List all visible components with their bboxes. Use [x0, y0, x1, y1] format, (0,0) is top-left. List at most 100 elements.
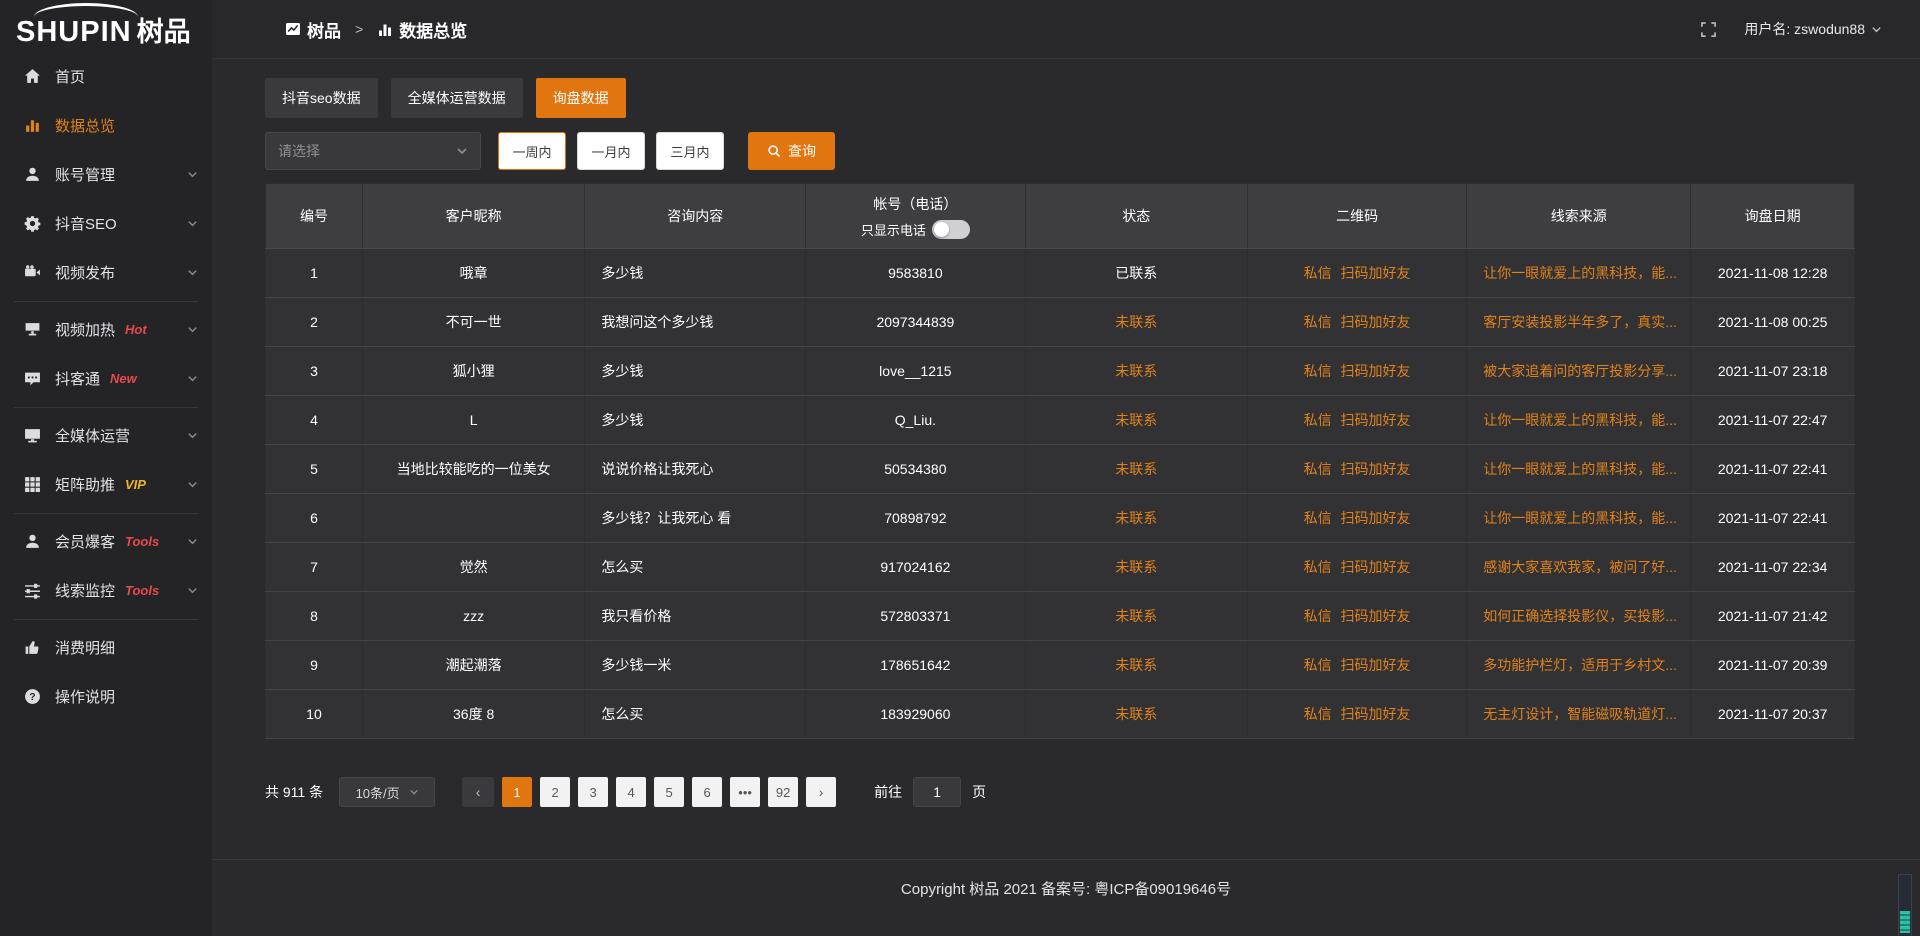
dm-link[interactable]: 私信: [1304, 412, 1332, 428]
page-size-select[interactable]: 10条/页: [339, 777, 435, 807]
cell-source[interactable]: 让你一眼就爱上的黑科技，能...: [1467, 494, 1691, 543]
sidebar-item-like[interactable]: 消费明细: [0, 623, 212, 672]
cell-nickname: 36度 8: [362, 690, 584, 739]
scan-add-friend-link[interactable]: 扫码加好友: [1341, 314, 1411, 330]
cell-source[interactable]: 感谢大家喜欢我家，被问了好...: [1467, 543, 1691, 592]
breadcrumb: 树品 > 数据总览: [285, 17, 467, 42]
dm-link[interactable]: 私信: [1304, 657, 1332, 673]
dm-link[interactable]: 私信: [1304, 559, 1332, 575]
search-button[interactable]: 查询: [748, 132, 835, 170]
sidebar-item-grid[interactable]: 矩阵助推 VIP: [0, 460, 212, 509]
page-number-button[interactable]: 2: [540, 777, 570, 807]
user-zone: 用户名: zswodun88: [1701, 19, 1882, 39]
total-count: 共 911 条: [265, 782, 323, 802]
dm-link[interactable]: 私信: [1304, 608, 1332, 624]
goto-page: 前往 页: [874, 777, 986, 807]
main-area: 树品 > 数据总览 用户名: zswodun88 抖音seo数据全媒体运营数据询…: [212, 0, 1920, 936]
scrollbar-thumb[interactable]: [1900, 911, 1910, 933]
sidebar-item-gear[interactable]: 抖音SEO: [0, 199, 212, 248]
sidebar-item-label: 视频加热: [55, 319, 115, 340]
cell-nickname: 哦章: [362, 249, 584, 298]
sidebar-item-icon: [24, 427, 41, 444]
page-number-button[interactable]: •••: [730, 777, 760, 807]
sidebar-item-monitor[interactable]: 全媒体运营: [0, 411, 212, 460]
sidebar: SHUPIN树品 首页 数据总览 账号管理: [0, 0, 212, 936]
cell-source[interactable]: 让你一眼就爱上的黑科技，能...: [1467, 249, 1691, 298]
date-range-button[interactable]: 三月内: [656, 132, 724, 170]
cell-source[interactable]: 如何正确选择投影仪，买投影...: [1467, 592, 1691, 641]
scan-add-friend-link[interactable]: 扫码加好友: [1341, 363, 1411, 379]
scan-add-friend-link[interactable]: 扫码加好友: [1341, 608, 1411, 624]
cell-source[interactable]: 被大家追着问的客厅投影分享...: [1467, 347, 1691, 396]
search-button-label: 查询: [788, 141, 816, 161]
next-page-button[interactable]: ›: [806, 777, 836, 807]
page-number-button[interactable]: 6: [692, 777, 722, 807]
cell-status: 未联系: [1025, 543, 1247, 592]
chevron-down-icon: [187, 479, 198, 490]
sidebar-item-sliders[interactable]: 线索监控 Tools: [0, 566, 212, 615]
sidebar-item-help[interactable]: 操作说明: [0, 672, 212, 721]
username-value[interactable]: zswodun88: [1794, 21, 1865, 37]
sidebar-item-user2[interactable]: 会员爆客 Tools: [0, 517, 212, 566]
date-range-button[interactable]: 一周内: [498, 132, 566, 170]
sidebar-item-label: 全媒体运营: [55, 425, 130, 446]
cell-nickname: 不可一世: [362, 298, 584, 347]
scan-add-friend-link[interactable]: 扫码加好友: [1341, 412, 1411, 428]
cell-date: 2021-11-07 21:42: [1691, 592, 1855, 641]
page-number-button[interactable]: 1: [502, 777, 532, 807]
cell-account: 50534380: [806, 445, 1025, 494]
copyright-text: Copyright 树品 2021 备案号: 粤ICP备09019646号: [901, 881, 1231, 898]
filter-select[interactable]: 请选择: [265, 132, 481, 170]
chevron-down-icon[interactable]: [1871, 24, 1882, 35]
page-number-button[interactable]: 5: [654, 777, 684, 807]
cell-source[interactable]: 让你一眼就爱上的黑科技，能...: [1467, 396, 1691, 445]
cell-qrcode: 私信 扫码加好友: [1247, 543, 1466, 592]
cell-source[interactable]: 让你一眼就爱上的黑科技，能...: [1467, 445, 1691, 494]
sidebar-item-chat[interactable]: 抖客通 New: [0, 354, 212, 403]
scan-add-friend-link[interactable]: 扫码加好友: [1341, 706, 1411, 722]
tab-button[interactable]: 抖音seo数据: [265, 78, 378, 118]
cell-source[interactable]: 客厅安装投影半年多了，真实...: [1467, 298, 1691, 347]
sidebar-item-camera[interactable]: 视频发布: [0, 248, 212, 297]
scan-add-friend-link[interactable]: 扫码加好友: [1341, 510, 1411, 526]
scan-add-friend-link[interactable]: 扫码加好友: [1341, 657, 1411, 673]
cell-source[interactable]: 无主灯设计，智能磁吸轨道灯...: [1467, 690, 1691, 739]
cell-content: 多少钱: [585, 396, 806, 445]
table-header-row: 编号 客户昵称 咨询内容 帐号（电话） 只显示电话 状态 二维码 线索来源: [266, 184, 1855, 249]
sidebar-item-heat[interactable]: 视频加热 Hot: [0, 305, 212, 354]
topbar: 树品 > 数据总览 用户名: zswodun88: [212, 0, 1920, 59]
prev-page-button[interactable]: ‹: [462, 777, 494, 807]
page-number-button[interactable]: 92: [768, 777, 798, 807]
breadcrumb-root[interactable]: 树品: [307, 17, 341, 42]
dm-link[interactable]: 私信: [1304, 314, 1332, 330]
tab-button[interactable]: 询盘数据: [536, 78, 626, 118]
cell-date: 2021-11-07 23:18: [1691, 347, 1855, 396]
dm-link[interactable]: 私信: [1304, 363, 1332, 379]
scan-add-friend-link[interactable]: 扫码加好友: [1341, 265, 1411, 281]
sidebar-item-chart[interactable]: 数据总览: [0, 101, 212, 150]
cell-account: 917024162: [806, 543, 1025, 592]
date-range-button[interactable]: 一月内: [577, 132, 645, 170]
table-row: 1 哦章 多少钱 9583810 已联系 私信 扫码加好友 让你一眼就爱上的黑科…: [266, 249, 1855, 298]
sidebar-item-user[interactable]: 账号管理: [0, 150, 212, 199]
dm-link[interactable]: 私信: [1304, 461, 1332, 477]
sidebar-item-icon: [24, 582, 41, 599]
dm-link[interactable]: 私信: [1304, 510, 1332, 526]
goto-suffix: 页: [972, 782, 986, 802]
logo-cjk-text: 树品: [137, 17, 191, 47]
goto-page-input[interactable]: [913, 777, 961, 807]
tab-button[interactable]: 全媒体运营数据: [391, 78, 523, 118]
cell-account: love__1215: [806, 347, 1025, 396]
fullscreen-icon[interactable]: [1701, 22, 1716, 37]
scrollbar[interactable]: [1898, 874, 1912, 936]
dm-link[interactable]: 私信: [1304, 265, 1332, 281]
cell-source[interactable]: 多功能护栏灯，适用于乡村文...: [1467, 641, 1691, 690]
dm-link[interactable]: 私信: [1304, 706, 1332, 722]
scan-add-friend-link[interactable]: 扫码加好友: [1341, 461, 1411, 477]
sidebar-item-home[interactable]: 首页: [0, 52, 212, 101]
page-number-button[interactable]: 3: [578, 777, 608, 807]
scan-add-friend-link[interactable]: 扫码加好友: [1341, 559, 1411, 575]
page-number-button[interactable]: 4: [616, 777, 646, 807]
phone-only-toggle[interactable]: [932, 220, 970, 239]
chevron-down-icon: [409, 787, 419, 797]
